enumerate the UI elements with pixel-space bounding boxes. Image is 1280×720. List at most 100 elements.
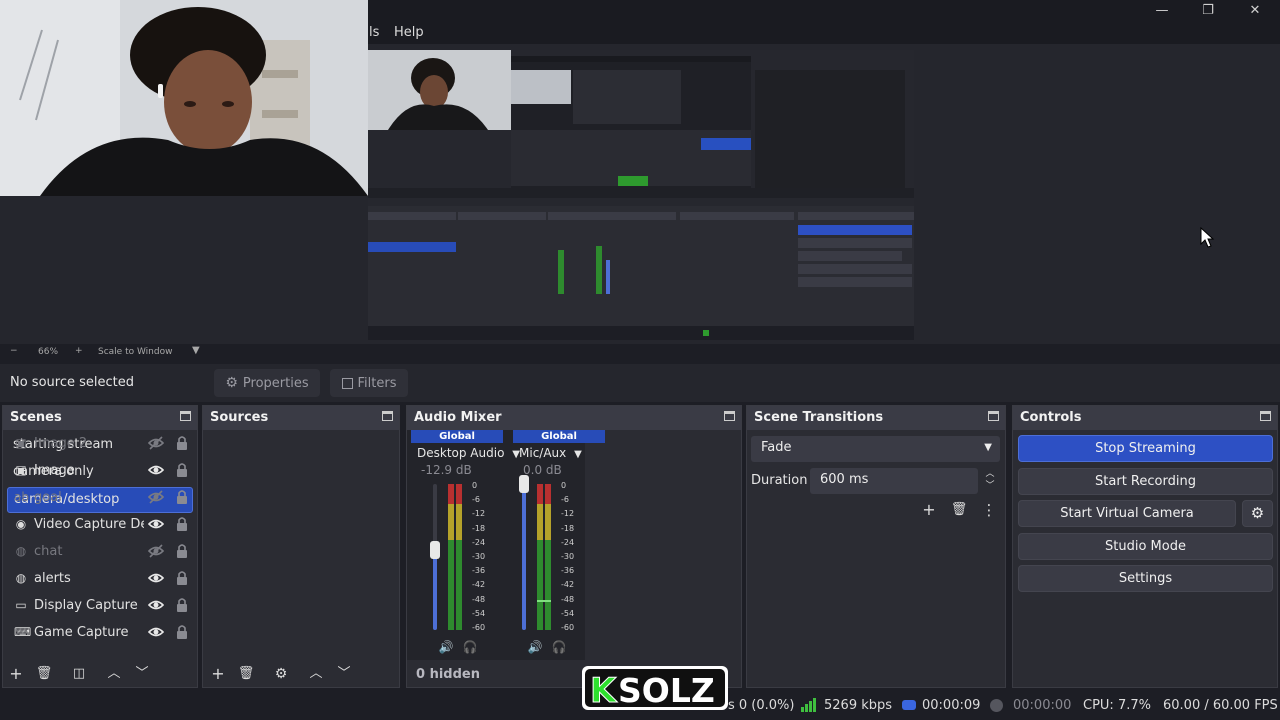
lock-icon[interactable]	[176, 597, 188, 613]
source-item[interactable]: ◍ alerts	[8, 566, 194, 592]
controls-header: Controls	[1013, 406, 1277, 430]
add-transition-button[interactable]: +	[918, 499, 940, 521]
channel-menu-icon[interactable]: ▼	[574, 449, 582, 460]
volume-slider-mic-aux[interactable]	[522, 484, 526, 630]
undock-icon[interactable]	[988, 411, 999, 421]
undock-icon[interactable]	[382, 411, 393, 421]
filter-icon	[341, 377, 353, 389]
source-label: Game Capture	[34, 625, 129, 640]
scenes-header: Scenes	[3, 406, 197, 430]
scene-filters-button[interactable]: ◫	[68, 663, 90, 685]
mixer-channel-mic-aux: Global Mic/Aux ▼ 0.0 dB	[513, 430, 605, 660]
scene-move-down-button[interactable]: ﹀	[131, 663, 153, 685]
stop-streaming-button[interactable]: Stop Streaming	[1018, 435, 1273, 462]
transition-select[interactable]: Fade ▼	[751, 436, 1000, 462]
duration-stepper[interactable]: ︿ ﹀	[982, 468, 998, 494]
meter-tick-label: 0	[472, 481, 478, 490]
close-button[interactable]: ✕	[1235, 2, 1275, 20]
headphones-icon[interactable]: 🎧	[548, 636, 570, 658]
undock-icon[interactable]	[180, 411, 191, 421]
source-label: alerts	[34, 571, 71, 586]
source-item[interactable]: ▭ Display Capture	[8, 593, 194, 619]
source-label: Video Capture De	[34, 517, 144, 532]
lock-icon[interactable]	[176, 516, 188, 532]
controls-title: Controls	[1020, 410, 1082, 425]
no-source-label: No source selected	[10, 375, 134, 390]
eye-hidden-icon[interactable]	[148, 435, 164, 451]
image-icon: ▣	[15, 436, 27, 450]
fps: 60.00 / 60.00 FPS	[1163, 698, 1278, 713]
studio-mode-button[interactable]: Studio Mode	[1018, 533, 1273, 560]
channel-name[interactable]: Desktop Audio ▼	[411, 446, 520, 460]
source-item[interactable]: ◉ Video Capture De	[8, 512, 194, 538]
audio-mixer-header: Audio Mixer	[407, 406, 741, 430]
lock-icon[interactable]	[176, 543, 188, 559]
meter-tick-label: -36	[561, 566, 575, 576]
minimize-button[interactable]: —	[1142, 2, 1182, 20]
scale-mode-dropdown-icon[interactable]: ▼	[192, 345, 200, 356]
lock-icon[interactable]	[176, 489, 188, 505]
source-item[interactable]: ▣ Image 2	[8, 431, 194, 457]
start-virtual-camera-button[interactable]: Start Virtual Camera	[1018, 500, 1236, 527]
remove-source-button[interactable]: 🗑	[235, 663, 257, 685]
eye-icon[interactable]	[148, 516, 164, 532]
remove-transition-button[interactable]: 🗑	[948, 499, 970, 521]
transition-menu-icon[interactable]: ⋮	[978, 499, 1000, 521]
menu-tools[interactable]: ls	[369, 25, 379, 40]
meter-tick-label: 0	[561, 481, 567, 490]
remove-scene-button[interactable]: 🗑	[33, 663, 55, 685]
maximize-button[interactable]: ❐	[1188, 2, 1228, 20]
settings-button[interactable]: Settings	[1018, 565, 1273, 592]
meter-tick-label: -12	[472, 509, 486, 519]
gear-icon: ⚙	[225, 375, 238, 391]
speaker-icon[interactable]: 🔊	[435, 636, 457, 658]
properties-button[interactable]: ⚙ Properties	[214, 369, 320, 397]
add-scene-button[interactable]: +	[5, 663, 27, 685]
filters-button[interactable]: Filters	[330, 369, 408, 397]
meter-tick-label: -24	[561, 537, 575, 547]
start-recording-button[interactable]: Start Recording	[1018, 468, 1273, 495]
mixer-hidden-count[interactable]: 0 hidden	[416, 667, 480, 682]
meter-tick-label: -60	[561, 623, 575, 632]
meter-tick-label: -42	[472, 580, 486, 590]
virtual-camera-settings-button[interactable]: ⚙	[1242, 500, 1273, 527]
undock-icon[interactable]	[1260, 411, 1271, 421]
source-move-up-button[interactable]: ︿	[305, 663, 327, 685]
source-item[interactable]: ab goal	[8, 485, 194, 511]
add-source-button[interactable]: +	[207, 663, 229, 685]
undock-icon[interactable]	[724, 411, 735, 421]
level-meter-bars	[537, 484, 551, 630]
scene-move-up-button[interactable]: ︿	[103, 663, 125, 685]
speaker-icon[interactable]: 🔊	[524, 636, 546, 658]
duration-input[interactable]: 600 ms	[810, 468, 978, 494]
source-move-down-button[interactable]: ﹀	[333, 663, 355, 685]
eye-hidden-icon[interactable]	[148, 543, 164, 559]
source-properties-button[interactable]: ⚙	[270, 663, 292, 685]
eye-icon[interactable]	[148, 597, 164, 613]
lock-icon[interactable]	[176, 570, 188, 586]
record-icon	[990, 699, 1003, 712]
lock-icon[interactable]	[176, 462, 188, 478]
eye-icon[interactable]	[148, 570, 164, 586]
mouse-cursor	[1200, 227, 1215, 248]
source-item[interactable]: ▣ Image	[8, 458, 194, 484]
svg-text:K: K	[590, 671, 618, 710]
channel-name[interactable]: Mic/Aux ▼	[513, 446, 605, 460]
lock-icon[interactable]	[176, 624, 188, 640]
volume-slider-handle[interactable]	[519, 475, 529, 493]
volume-slider-handle[interactable]	[430, 541, 440, 559]
headphones-icon[interactable]: 🎧	[459, 636, 481, 658]
lock-icon[interactable]	[176, 435, 188, 451]
source-label: goal	[34, 490, 62, 505]
meter-tick-label: -12	[561, 509, 575, 519]
zoom-out-button[interactable]: −	[10, 346, 18, 356]
source-item[interactable]: ⌨ Game Capture	[8, 620, 194, 646]
menu-help[interactable]: Help	[394, 25, 424, 40]
zoom-in-button[interactable]: +	[75, 346, 83, 356]
eye-icon[interactable]	[148, 624, 164, 640]
scene-transitions-title: Scene Transitions	[754, 410, 884, 425]
eye-hidden-icon[interactable]	[148, 489, 164, 505]
source-item[interactable]: ◍ chat	[8, 539, 194, 565]
eye-icon[interactable]	[148, 462, 164, 478]
meter-tick-label: -42	[561, 580, 575, 590]
